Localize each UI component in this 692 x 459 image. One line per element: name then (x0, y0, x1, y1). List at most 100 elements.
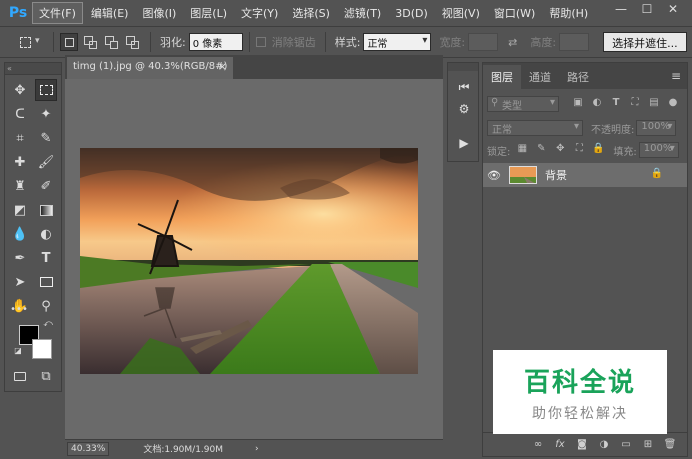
panel-grip[interactable] (448, 63, 478, 71)
select-and-mask-button[interactable]: 选择并遮住... (603, 32, 687, 52)
status-menu-arrow[interactable]: › (255, 444, 259, 454)
lasso-tool-icon[interactable]: ᑕ (9, 103, 31, 125)
healing-brush-tool-icon[interactable]: ✚ (9, 151, 31, 173)
filter-type-icon[interactable]: T (609, 97, 623, 111)
menu-filter[interactable]: 滤镜(T) (338, 3, 387, 23)
magic-wand-tool-icon[interactable]: ✦ (35, 103, 57, 125)
style-label: 样式: (334, 36, 361, 49)
filter-toggle-icon[interactable]: ● (666, 97, 680, 111)
lock-position-icon[interactable]: ✥ (553, 143, 567, 157)
tools-panel: « ✥ ᑕ ✦ ⌗ ✎ ✚ 🖌 ♜ ✐ ◩ 💧 ◐ ✒ T ➤ ✋ ⚲ ⤺ ◪ … (4, 62, 62, 392)
clone-stamp-tool-icon[interactable]: ♜ (9, 175, 31, 197)
windmill-landscape-image (80, 148, 418, 374)
subtract-selection-icon[interactable] (102, 33, 120, 51)
document-tab[interactable]: timg (1).jpg @ 40.3%(RGB/8#) × (67, 57, 233, 79)
menu-3d[interactable]: 3D(D) (389, 5, 434, 22)
status-bar: 40.33% 文档:1.90M/1.90M › (65, 439, 443, 457)
menu-view[interactable]: 视图(V) (436, 3, 486, 23)
minimize-button[interactable]: — (610, 2, 632, 16)
opacity-field[interactable]: 100% (636, 120, 677, 136)
group-icon[interactable]: ▭ (617, 439, 635, 450)
antialias-label: 消除锯齿 (271, 36, 316, 49)
link-icon[interactable]: ∞ (529, 439, 547, 450)
menu-type[interactable]: 文字(Y) (235, 3, 284, 23)
height-input[interactable] (559, 33, 590, 51)
filter-kind-label: 类型 (502, 101, 522, 112)
lock-label: 锁定: (487, 146, 511, 158)
menu-help[interactable]: 帮助(H) (543, 3, 594, 23)
adjustment-icon[interactable]: ◑ (595, 439, 613, 450)
panel-menu-icon[interactable]: ≡ (671, 69, 681, 83)
layer-row[interactable]: 👁 背景 🔒 (483, 163, 687, 187)
feather-input[interactable]: 0 像素 (188, 33, 243, 51)
lock-image-icon[interactable]: ✎ (534, 143, 548, 157)
fx-icon[interactable]: fx (551, 439, 569, 450)
new-layer-icon[interactable]: ⊞ (639, 439, 657, 450)
tab-layers[interactable]: 图层 (483, 65, 521, 89)
rectangle-tool-icon[interactable] (35, 271, 57, 293)
more-tools-icon[interactable]: ••• (8, 298, 30, 320)
filter-shape-icon[interactable]: ⛶ (628, 97, 642, 111)
path-selection-tool-icon[interactable]: ➤ (9, 271, 31, 293)
swap-dimensions-icon[interactable]: ⇄ (508, 36, 517, 49)
zoom-level-field[interactable]: 40.33% (67, 441, 110, 456)
layer-name: 背景 (545, 169, 567, 182)
mask-icon[interactable]: ◙ (573, 439, 591, 450)
fill-field[interactable]: 100% (638, 142, 679, 158)
quick-mask-icon[interactable] (9, 365, 31, 387)
blur-tool-icon[interactable]: 💧 (9, 223, 31, 245)
type-tool-icon[interactable]: T (35, 247, 57, 269)
filter-kind-select[interactable]: ⚲ 类型 (487, 96, 559, 112)
maximize-button[interactable]: ☐ (636, 2, 658, 16)
eraser-tool-icon[interactable]: ◩ (9, 199, 31, 221)
tab-channels[interactable]: 通道 (521, 65, 559, 89)
filter-smart-object-icon[interactable]: ▤ (647, 97, 661, 111)
antialias-checkbox[interactable] (255, 37, 266, 47)
add-selection-icon[interactable] (81, 33, 99, 51)
menu-layer[interactable]: 图层(L) (184, 3, 233, 23)
marquee-preset-icon[interactable]: ▾ (16, 33, 44, 51)
filter-adjustment-icon[interactable]: ◐ (590, 97, 604, 111)
move-tool-icon[interactable]: ✥ (9, 79, 31, 101)
lock-transparent-icon[interactable]: ▦ (515, 143, 529, 157)
style-select[interactable]: 正常 (363, 33, 432, 51)
filter-pixel-icon[interactable]: ▣ (571, 97, 585, 111)
feather-label: 羽化: (160, 36, 186, 49)
blend-mode-select[interactable]: 正常 (487, 120, 583, 136)
screen-mode-icon[interactable]: ⧉ (35, 365, 57, 387)
eyedropper-tool-icon[interactable]: ✎ (35, 127, 57, 149)
pen-tool-icon[interactable]: ✒ (9, 247, 31, 269)
zoom-tool-icon[interactable]: ⚲ (35, 295, 57, 317)
lock-all-icon[interactable]: 🔒 (591, 143, 605, 157)
background-color-swatch[interactable] (32, 339, 52, 359)
visibility-eye-icon[interactable]: 👁 (483, 169, 505, 182)
trash-icon[interactable]: 🗑 (661, 439, 679, 450)
actions-panel-icon[interactable]: ▶ (454, 133, 474, 153)
history-brush-tool-icon[interactable]: ✐ (35, 175, 57, 197)
menu-file[interactable]: 文件(F) (32, 2, 83, 24)
menu-edit[interactable]: 编辑(E) (85, 3, 135, 23)
properties-panel-icon[interactable]: ⚙ (454, 99, 474, 119)
intersect-selection-icon[interactable] (123, 33, 141, 51)
document-image[interactable] (80, 148, 418, 374)
history-panel-icon[interactable]: ⏮ (454, 77, 474, 97)
close-tab-icon[interactable]: × (218, 60, 227, 73)
menu-image[interactable]: 图像(I) (136, 3, 182, 23)
menu-window[interactable]: 窗口(W) (488, 3, 541, 23)
lock-artboard-icon[interactable]: ⛶ (572, 143, 586, 157)
crop-tool-icon[interactable]: ⌗ (9, 127, 31, 149)
new-selection-icon[interactable] (60, 33, 78, 51)
marquee-tool-icon[interactable] (35, 79, 57, 101)
panel-grip[interactable]: « (5, 63, 61, 75)
tab-paths[interactable]: 路径 (559, 65, 597, 89)
menu-select[interactable]: 选择(S) (286, 3, 336, 23)
default-colors-icon[interactable]: ◪ (13, 345, 23, 355)
dodge-tool-icon[interactable]: ◐ (35, 223, 57, 245)
width-input[interactable] (468, 33, 499, 51)
photoshop-logo: Ps (8, 5, 28, 21)
brush-tool-icon[interactable]: 🖌 (35, 151, 57, 173)
swap-colors-icon[interactable]: ⤺ (41, 317, 55, 331)
document-tab-title: timg (1).jpg @ 40.3%(RGB/8#) (73, 61, 228, 72)
close-button[interactable]: ✕ (662, 2, 684, 16)
gradient-tool-icon[interactable] (35, 199, 57, 221)
